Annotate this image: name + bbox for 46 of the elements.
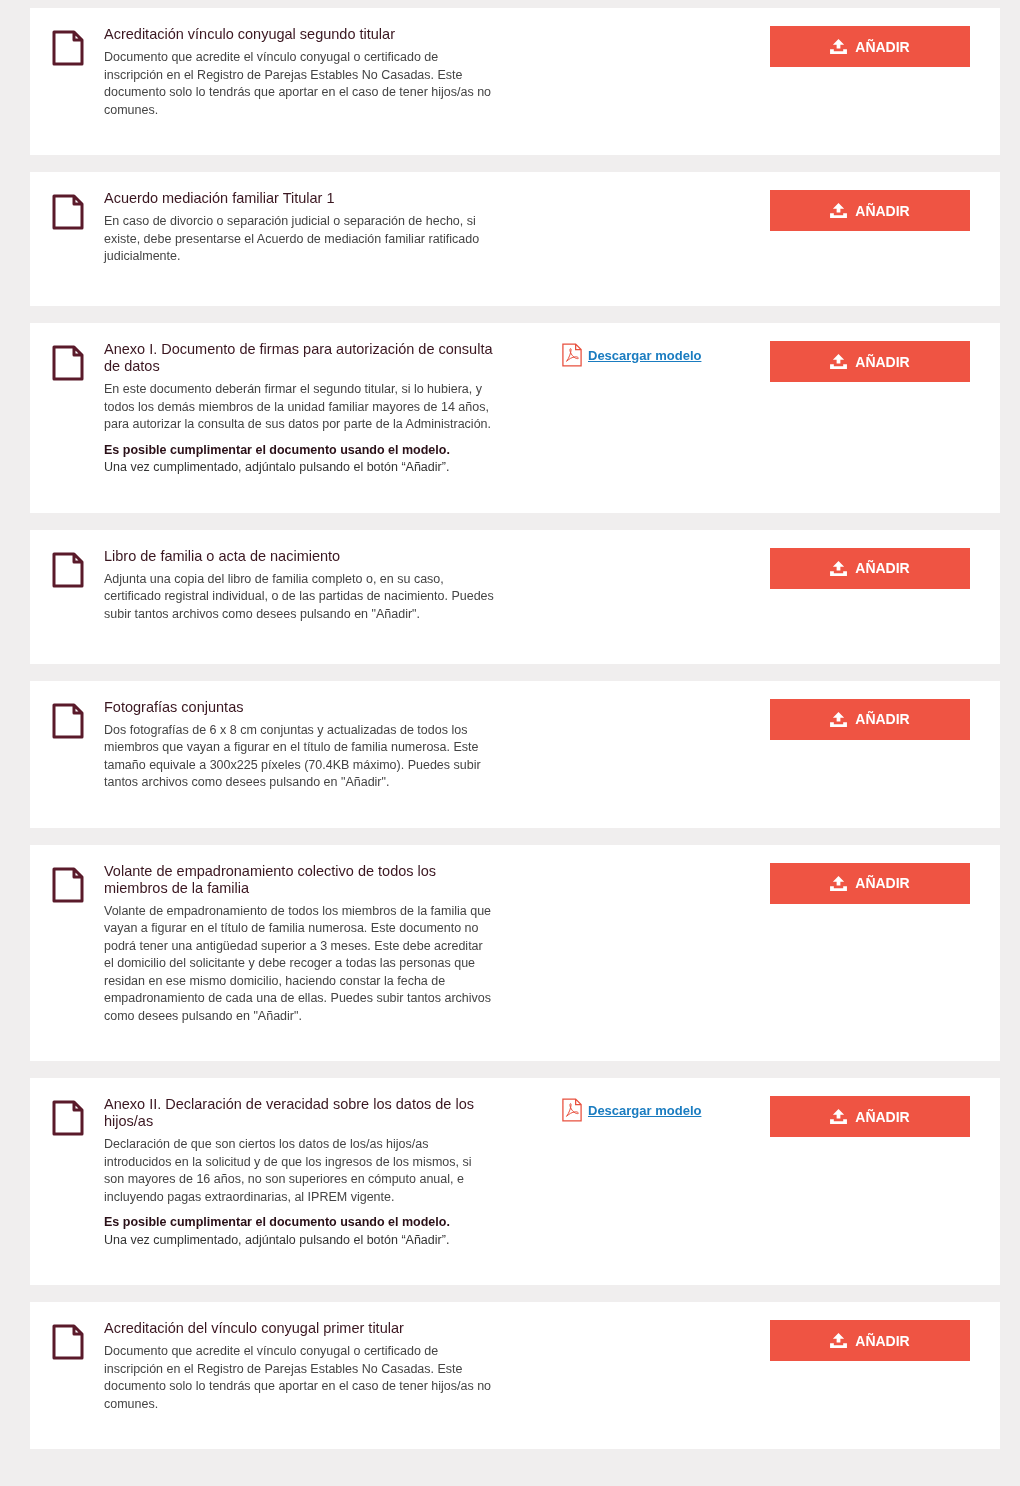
add-button[interactable]: AÑADIR [770,26,970,67]
document-title: Acuerdo mediación familiar Titular 1 [104,190,336,207]
document-icon [52,866,84,903]
document-icon [52,30,84,66]
document-title: Fotografías conjuntas [104,698,245,716]
upload-icon [830,39,848,54]
upload-icon [830,560,848,576]
pdf-icon [562,343,582,367]
document-title: Acreditación vínculo conyugal segundo titular [104,26,396,43]
document-icon [52,194,84,230]
document-description: Dos fotografías de 6 x 8 cm conjuntas y actualizadas de todos los miembros que vayan a figurar en el título de familia numerosa. Este tamaño equivale a 300x225 píxeles (70.4KB máximo). Puedes subir tantos archivos como desees pulsando en "Añadir". [104,721,482,791]
document-description: Documento que acredite el vínculo conyugal o certificado de inscripción en el Registro de Parejas Estables No Casadas. Este documento solo lo tendrás que aportar en el caso de tener hijos/as no comunes. [104,1343,493,1413]
document-description: Adjunta una copia del libro de familia completo o, en su caso, certificado registral individual, o de las partidas de nacimiento. Puedes subir tantos archivos como desees pulsando en "Añadir". [104,570,494,623]
add-button[interactable]: AÑADIR [770,1096,970,1137]
document-note: Es posible cumplimentar el documento usando el modelo. Una vez cumplimentado, adjúntalo pulsando el botón “Añadir”. [104,1214,451,1249]
document-icon [52,702,84,739]
document-title: Anexo I. Documento de firmas para autorización de consulta de datos [104,341,494,375]
pdf-icon [562,1098,582,1122]
download-link[interactable]: Descargar modelo [588,1102,702,1118]
upload-icon [830,203,848,218]
document-icon [52,551,84,588]
document-title: Volante de empadronamiento colectivo de todos los miembros de la familia [104,862,438,897]
download-link[interactable]: Descargar modelo [588,347,702,363]
document-icon [52,345,84,381]
upload-icon [830,875,848,891]
add-button[interactable]: AÑADIR [770,862,970,904]
document-description: Declaración de que son ciertos los datos de los/as hijos/as introducidos en la solicitud y de que los ingresos de los mismos, si son mayores de 16 años, no son superiores en cómputo anual, e incluyendo pagas extraordinarias, al IPREM vigente. [104,1136,473,1206]
document-description: En caso de divorcio o separación judicial o separación de hecho, si existe, debe presentarse el Acuerdo de mediación familiar ratificado judicialmente. [104,213,481,265]
document-title: Libro de familia o acta de nacimiento [104,547,342,565]
add-button[interactable]: AÑADIR [770,547,970,589]
add-button[interactable]: AÑADIR [770,698,970,740]
document-description: En este documento deberán firmar el segundo titular, si lo hubiera, y todos los demás miembros de la unidad familiar mayores de 14 años, para autorizar la consulta de sus datos por parte de la Administración. [104,381,493,433]
document-title: Anexo II. Declaración de veracidad sobre los datos de los hijos/as [104,1096,475,1130]
upload-icon [830,354,848,369]
add-button[interactable]: AÑADIR [770,1320,970,1361]
document-title: Acreditación del vínculo conyugal primer titular [104,1320,405,1337]
document-note: Es posible cumplimentar el documento usando el modelo. Una vez cumplimentado, adjúntalo pulsando el botón “Añadir”. [104,441,451,476]
upload-icon [830,711,848,727]
upload-icon [830,1333,848,1348]
document-icon [52,1324,84,1360]
document-icon [52,1100,84,1136]
document-description: Volante de empadronamiento de todos los miembros de la familia que vayan a figurar en el título de familia numerosa. Este documento no podrá tener una antigüedad superior a 3 meses. Este debe acreditar el domicilio del solicitante y debe recoger a todas las personas que residan en ese mismo domicilio, haciendo constar la fecha de empadronamiento de cada una de ellas. Puedes subir tantos archivos como desees pulsando en "Añadir". [104,902,493,1025]
document-description: Documento que acredite el vínculo conyugal o certificado de inscripción en el Registro de Parejas Estables No Casadas. Este documento solo lo tendrás que aportar en el caso de tener hijos/as no comunes. [104,49,493,119]
add-button[interactable]: AÑADIR [770,190,970,231]
upload-icon [830,1109,848,1124]
add-button[interactable]: AÑADIR [770,341,970,382]
